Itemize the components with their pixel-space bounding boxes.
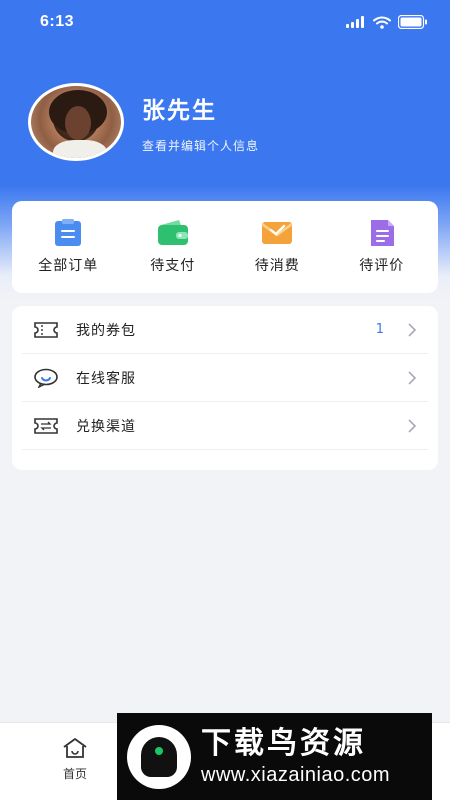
menu-item-coupons[interactable]: 我的券包 1: [22, 306, 428, 354]
home-icon: [63, 738, 87, 758]
envelope-icon: [261, 222, 293, 244]
menu-item-exchange-channel[interactable]: 兑换渠道: [22, 402, 428, 450]
profile-section[interactable]: 张先生 查看并编辑个人信息: [28, 83, 259, 161]
battery-icon: [398, 15, 427, 29]
pending-payment-button[interactable]: 待支付: [125, 219, 221, 275]
watermark-url: www.xiazainiao.com: [201, 764, 391, 786]
menu-item-online-service[interactable]: 在线客服: [22, 354, 428, 402]
tab-home[interactable]: 首页: [52, 737, 98, 782]
edit-profile-link[interactable]: 查看并编辑个人信息: [142, 137, 259, 154]
orders-card: 全部订单 待支付 待消费 待评价: [12, 201, 438, 293]
menu-label: 在线客服: [76, 370, 136, 387]
status-time: 6:13: [40, 13, 75, 30]
document-icon: [370, 220, 394, 246]
system-icons: [346, 15, 428, 29]
menu-label: 兑换渠道: [76, 418, 136, 435]
wifi-icon: [373, 16, 391, 29]
wallet-icon: [157, 220, 188, 245]
avatar[interactable]: [28, 83, 124, 161]
chevron-right-icon: [408, 370, 417, 385]
status-bar: 6:13: [0, 0, 450, 44]
signal-icon: [346, 16, 364, 28]
coupon-count-badge: 1: [375, 322, 384, 337]
all-orders-button[interactable]: 全部订单: [20, 219, 116, 275]
bird-logo-icon: [127, 724, 191, 789]
clipboard-icon: [55, 219, 82, 246]
tab-home-label: 首页: [62, 767, 87, 781]
exchange-ticket-icon: [34, 417, 58, 434]
ticket-icon: [34, 321, 58, 338]
user-info: 张先生 查看并编辑个人信息: [142, 91, 259, 154]
chat-bubble-icon: [34, 368, 58, 388]
pending-consumption-button[interactable]: 待消费: [229, 219, 325, 275]
chevron-right-icon: [408, 418, 417, 433]
user-name: 张先生: [142, 97, 217, 124]
watermark-title: 下载鸟资源: [201, 726, 366, 761]
menu-card: 我的券包 1 在线客服 兑换渠道: [12, 306, 438, 470]
menu-label: 我的券包: [76, 322, 136, 339]
chevron-right-icon: [408, 322, 417, 337]
pending-review-button[interactable]: 待评价: [334, 219, 430, 275]
watermark-banner: 下载鸟资源 www.xiazainiao.com: [117, 713, 432, 800]
